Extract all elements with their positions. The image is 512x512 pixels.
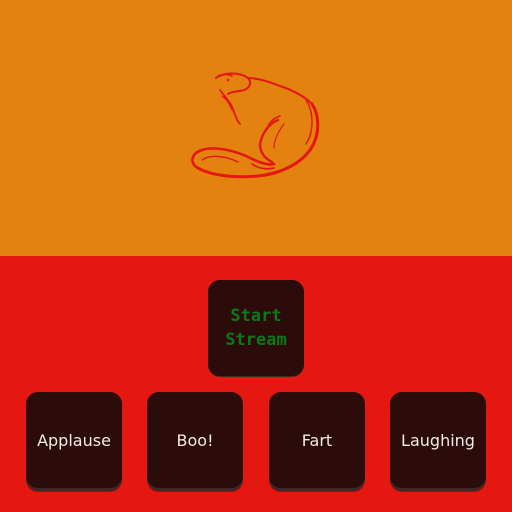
logo-panel: [0, 0, 512, 256]
boo-button[interactable]: Boo!: [147, 392, 243, 488]
beaver-outline-icon: [191, 72, 320, 179]
applause-button[interactable]: Applause: [26, 392, 122, 488]
start-stream-button[interactable]: Start Stream: [208, 280, 304, 376]
start-stream-label: Start Stream: [225, 306, 287, 350]
fart-label: Fart: [301, 430, 333, 450]
laughing-label: Laughing: [401, 430, 475, 450]
fart-button[interactable]: Fart: [269, 392, 365, 488]
boo-label: Boo!: [176, 430, 214, 450]
laughing-button[interactable]: Laughing: [390, 392, 486, 488]
applause-label: Applause: [37, 430, 111, 450]
soundboard-app: Start Stream Applause Boo! Fart Laughing: [0, 0, 512, 512]
